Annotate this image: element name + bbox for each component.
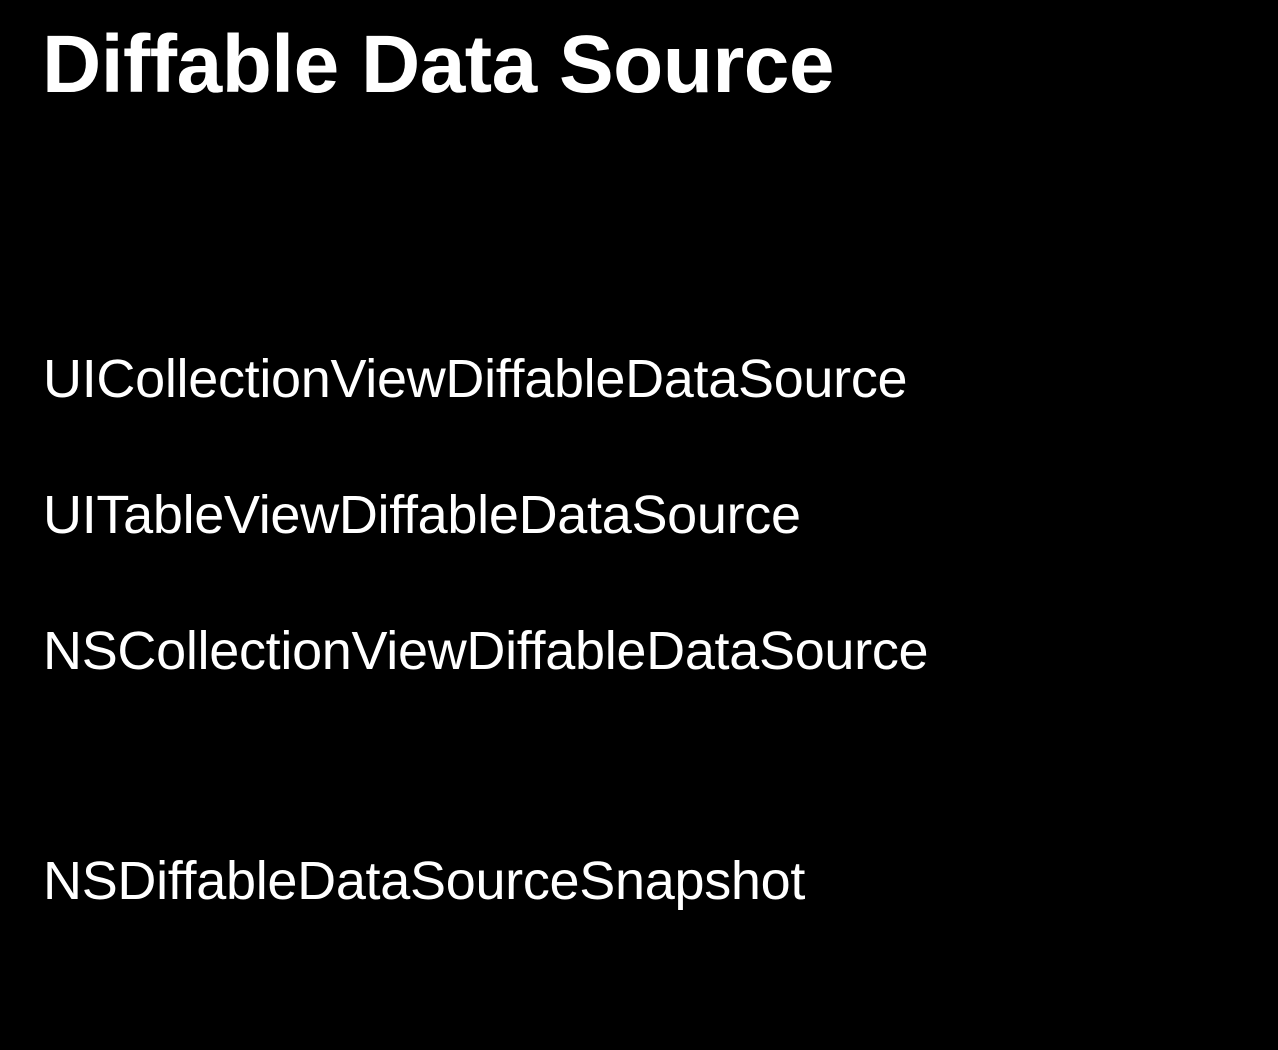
class-list: UICollectionViewDiffableDataSource UITab… [43, 348, 928, 682]
list-item: UITableViewDiffableDataSource [43, 484, 928, 546]
slide-title: Diffable Data Source [42, 18, 834, 112]
list-item: NSCollectionViewDiffableDataSource [43, 620, 928, 682]
list-item: UICollectionViewDiffableDataSource [43, 348, 928, 410]
secondary-list-item: NSDiffableDataSourceSnapshot [43, 850, 805, 912]
